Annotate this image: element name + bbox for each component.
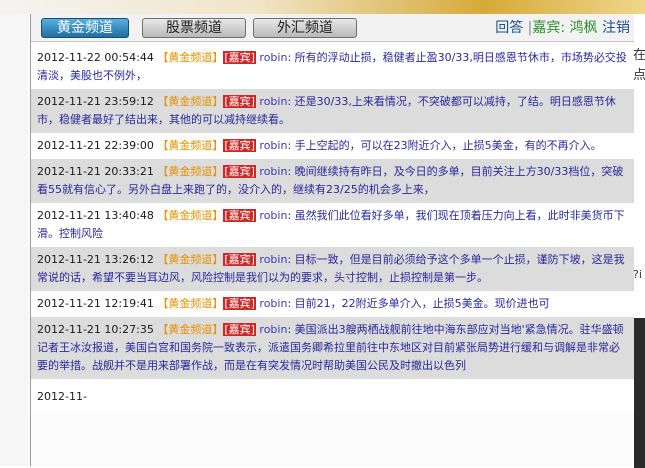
message-item: 2012-11- <box>31 379 634 410</box>
message-text: : <box>287 297 295 310</box>
message-channel[interactable]: 【黄金频道】 <box>157 139 223 152</box>
message-text: : <box>287 323 295 336</box>
message-user[interactable]: robin <box>259 95 287 108</box>
message-text: : <box>287 51 295 64</box>
role-badge: [嘉宾] <box>223 165 256 178</box>
message-user[interactable]: robin <box>259 209 287 222</box>
tab-forex-channel[interactable]: 外汇频道 <box>253 18 357 38</box>
message-time: 2012-11-21 10:27:35 <box>37 323 154 336</box>
role-badge: [嘉宾] <box>223 323 256 336</box>
message-channel[interactable]: 【黄金频道】 <box>157 297 223 310</box>
message-item: 2012-11-21 23:59:12 【黄金频道】[嘉宾] robin: 还是… <box>31 89 634 133</box>
message-item: 2012-11-21 10:27:35 【黄金频道】[嘉宾] robin: 美国… <box>31 317 634 379</box>
role-badge: [嘉宾] <box>223 209 256 222</box>
guest-name: 嘉宾: 鸿枫 <box>532 20 598 36</box>
message-channel[interactable]: 【黄金频道】 <box>157 51 223 64</box>
message-text: : <box>287 209 295 222</box>
message-item: 2012-11-21 20:33:21 【黄金频道】[嘉宾] robin: 晚间… <box>31 159 634 203</box>
left-gutter <box>0 14 29 466</box>
message-item: 2012-11-22 00:54:44 【黄金频道】[嘉宾] robin: 所有… <box>31 45 634 89</box>
message-channel[interactable]: 【黄金频道】 <box>157 95 223 108</box>
side-text: 在 <box>633 48 645 63</box>
message-user[interactable]: robin <box>259 297 287 310</box>
side-image-edge <box>634 318 645 468</box>
message-time: 2012-11-21 20:33:21 <box>37 165 154 178</box>
role-badge: [嘉宾] <box>223 51 256 64</box>
message-channel[interactable]: 【黄金频道】 <box>157 323 223 336</box>
message-user[interactable]: robin <box>259 253 287 266</box>
role-badge: [嘉宾] <box>223 297 256 310</box>
message-channel[interactable]: 【黄金频道】 <box>157 253 223 266</box>
message-time: 2012-11-21 13:26:12 <box>37 253 154 266</box>
message-item: 2012-11-21 12:19:41 【黄金频道】[嘉宾] robin: 目前… <box>31 291 634 317</box>
message-text: : <box>287 165 295 178</box>
message-text: : <box>287 253 295 266</box>
live-commentary-panel: 黄金频道 股票频道 外汇频道 回答 |嘉宾: 鸿枫 注销 2012-11-22 … <box>30 14 635 466</box>
role-badge: [嘉宾] <box>223 95 256 108</box>
logout-link[interactable]: 注销 <box>602 20 630 36</box>
message-time: 2012-11-21 22:39:00 <box>37 139 154 152</box>
role-badge: [嘉宾] <box>223 253 256 266</box>
message-list: 2012-11-22 00:54:44 【黄金频道】[嘉宾] robin: 所有… <box>31 45 634 410</box>
message-user[interactable]: robin <box>259 51 287 64</box>
reply-link[interactable]: 回答 <box>495 20 523 36</box>
message-channel[interactable]: 【黄金频道】 <box>157 165 223 178</box>
message-channel[interactable]: 【黄金频道】 <box>157 209 223 222</box>
message-time: 2012-11- <box>37 390 87 403</box>
message-time: 2012-11-22 00:54:44 <box>37 51 154 64</box>
side-text: ?i <box>633 268 642 281</box>
channel-tab-bar: 黄金频道 股票频道 外汇频道 回答 |嘉宾: 鸿枫 注销 <box>31 14 634 42</box>
message-time: 2012-11-21 23:59:12 <box>37 95 154 108</box>
tab-stock-channel[interactable]: 股票频道 <box>142 18 246 38</box>
message-text: : <box>287 95 295 108</box>
message-item: 2012-11-21 13:40:48 【黄金频道】[嘉宾] robin: 虽然… <box>31 203 634 247</box>
message-item: 2012-11-21 22:39:00 【黄金频道】[嘉宾] robin: 手上… <box>31 133 634 159</box>
message-user[interactable]: robin <box>259 165 287 178</box>
top-banner-strip <box>0 0 645 14</box>
message-time: 2012-11-21 13:40:48 <box>37 209 154 222</box>
message-text: : <box>287 139 295 152</box>
tab-gold-channel[interactable]: 黄金频道 <box>41 18 129 38</box>
message-text: 目前21，22附近多单介入，止损5美金。现价进也可 <box>294 297 550 310</box>
message-user[interactable]: robin <box>259 323 287 336</box>
side-text: 点 <box>633 68 645 83</box>
message-item: 2012-11-21 13:26:12 【黄金频道】[嘉宾] robin: 目标… <box>31 247 634 291</box>
message-user[interactable]: robin <box>259 139 287 152</box>
message-text: 手上空起的，可以在23附近介入，止损5美金，有的不再介入。 <box>294 139 602 152</box>
role-badge: [嘉宾] <box>223 139 256 152</box>
message-time: 2012-11-21 12:19:41 <box>37 297 154 310</box>
user-toolbar: 回答 |嘉宾: 鸿枫 注销 <box>495 17 630 39</box>
